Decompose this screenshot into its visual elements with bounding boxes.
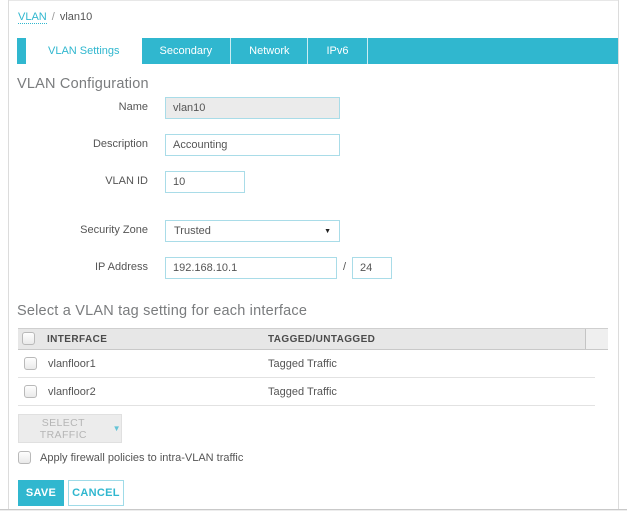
- tab-secondary[interactable]: Secondary: [141, 38, 232, 64]
- tab-bar-filler: [367, 38, 618, 64]
- ip-prefix-field[interactable]: [352, 257, 392, 279]
- tagged-cell: Tagged Traffic: [268, 358, 337, 370]
- select-traffic-button[interactable]: SELECT TRAFFIC ▼: [18, 414, 122, 443]
- page-title: VLAN Configuration: [17, 76, 149, 92]
- table-row: vlanfloor1 Tagged Traffic: [18, 350, 595, 378]
- panel-border-left: [8, 0, 9, 510]
- breadcrumb: VLAN / vlan10: [18, 11, 93, 24]
- interface-cell: vlanfloor1: [48, 358, 96, 370]
- cancel-button[interactable]: CANCEL: [68, 480, 124, 506]
- security-zone-select[interactable]: Trusted ▼: [165, 220, 340, 242]
- chevron-down-icon: ▼: [324, 227, 331, 235]
- description-label: Description: [92, 138, 148, 150]
- tagged-cell: Tagged Traffic: [268, 386, 337, 398]
- tab-vlan-settings[interactable]: VLAN Settings: [26, 38, 142, 64]
- header-scrollbar-spacer: [586, 329, 608, 349]
- tagged-column-header: TAGGED/UNTAGGED: [268, 334, 376, 345]
- save-button[interactable]: SAVE: [18, 480, 64, 506]
- apply-policy-checkbox[interactable]: [18, 451, 31, 464]
- chevron-down-icon: ▼: [112, 424, 121, 433]
- panel-border-bottom: [0, 509, 627, 510]
- ip-prefix-separator: /: [343, 261, 347, 273]
- interface-column-header: INTERFACE: [47, 334, 108, 345]
- interface-cell: vlanfloor2: [48, 386, 96, 398]
- breadcrumb-link-vlan[interactable]: VLAN: [18, 11, 47, 24]
- table-row: vlanfloor2 Tagged Traffic: [18, 378, 595, 406]
- ip-address-label: IP Address: [95, 261, 148, 273]
- tab-bar: VLAN Settings Secondary Network IPv6: [17, 38, 618, 64]
- security-zone-label: Security Zone: [80, 224, 148, 236]
- select-all-checkbox[interactable]: [22, 332, 35, 345]
- section-title: Select a VLAN tag setting for each inter…: [17, 303, 308, 319]
- row-checkbox-vlanfloor2[interactable]: [24, 385, 37, 398]
- tab-network[interactable]: Network: [231, 38, 309, 64]
- ip-address-field[interactable]: [165, 257, 337, 279]
- name-label: Name: [118, 101, 148, 113]
- vlan-id-label: VLAN ID: [105, 175, 148, 187]
- row-checkbox-vlanfloor1[interactable]: [24, 357, 37, 370]
- breadcrumb-separator: /: [51, 11, 55, 23]
- panel-border-top: [8, 0, 619, 1]
- security-zone-value: Trusted: [174, 225, 211, 237]
- tab-bar-left-stub: [17, 38, 26, 64]
- vlan-configuration-page: VLAN / vlan10 VLAN Settings Secondary Netw…: [0, 0, 627, 514]
- panel-border-right: [618, 0, 619, 510]
- apply-policy-row: Apply firewall policies to intra-VLAN tr…: [18, 451, 243, 464]
- tab-ipv6[interactable]: IPv6: [308, 38, 368, 64]
- table-header-row: INTERFACE TAGGED/UNTAGGED: [18, 328, 608, 350]
- name-field: [165, 97, 340, 119]
- description-field[interactable]: [165, 134, 340, 156]
- apply-policy-label: Apply firewall policies to intra-VLAN tr…: [40, 451, 244, 464]
- breadcrumb-current: vlan10: [59, 11, 93, 23]
- vlan-id-field[interactable]: [165, 171, 245, 193]
- select-traffic-label: SELECT TRAFFIC: [39, 416, 87, 441]
